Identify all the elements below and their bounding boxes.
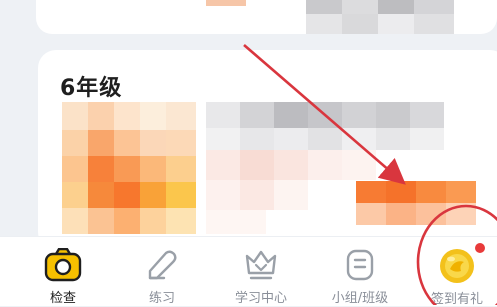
notification-dot — [475, 243, 485, 253]
grade-card[interactable]: 6年级 — [38, 50, 497, 250]
tab-group-class-label: 小组/班级 — [331, 291, 389, 306]
gold-coin-icon — [437, 243, 485, 285]
tab-learning-center[interactable]: 学习中心 — [216, 237, 306, 306]
previous-card-blurred — [36, 0, 497, 34]
pencil-icon — [142, 245, 182, 284]
group-icon — [340, 245, 380, 284]
tab-sign-in-reward-label: 签到有礼 — [430, 292, 483, 307]
bottom-tab-bar: 检查 练习 学习中心 小组/班级 签到有礼 — [0, 236, 497, 307]
blurred-content-mosaic — [62, 102, 476, 234]
tab-check-label: 检查 — [49, 291, 76, 306]
tab-sign-in-reward[interactable]: 签到有礼 — [412, 237, 497, 307]
tab-practice[interactable]: 练习 — [117, 237, 207, 306]
tab-learning-center-label: 学习中心 — [234, 291, 287, 306]
tab-group-class[interactable]: 小组/班级 — [315, 237, 405, 306]
tab-check[interactable]: 检查 — [18, 237, 108, 306]
tab-practice-label: 练习 — [148, 291, 175, 306]
camera-icon — [43, 245, 83, 284]
crown-icon — [241, 245, 281, 284]
